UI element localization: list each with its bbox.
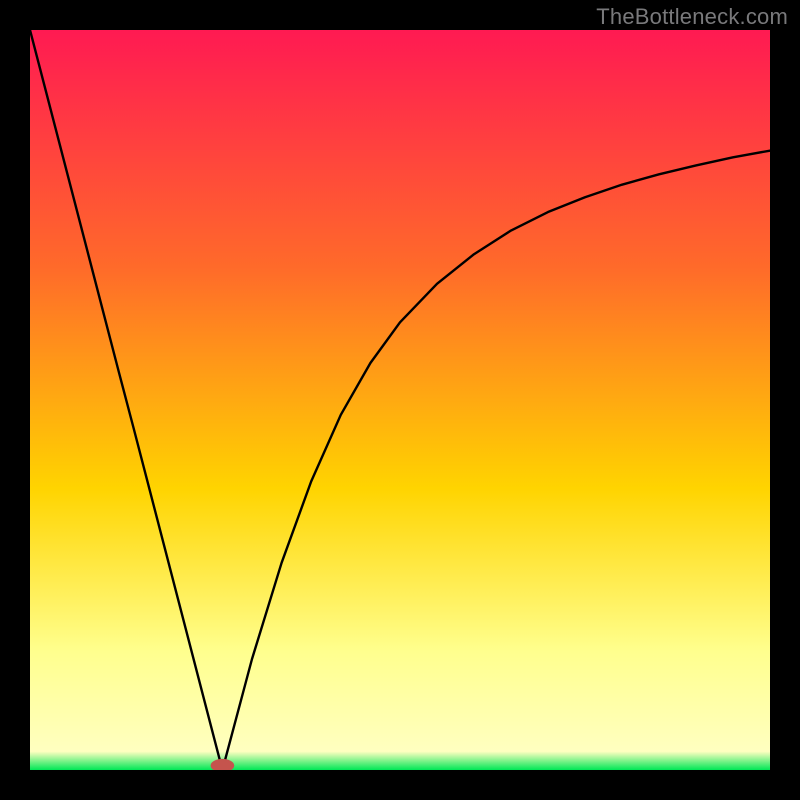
outer-frame: TheBottleneck.com (0, 0, 800, 800)
plot-area (30, 30, 770, 770)
bottleneck-curve (30, 30, 770, 770)
watermark-text: TheBottleneck.com (596, 4, 788, 30)
